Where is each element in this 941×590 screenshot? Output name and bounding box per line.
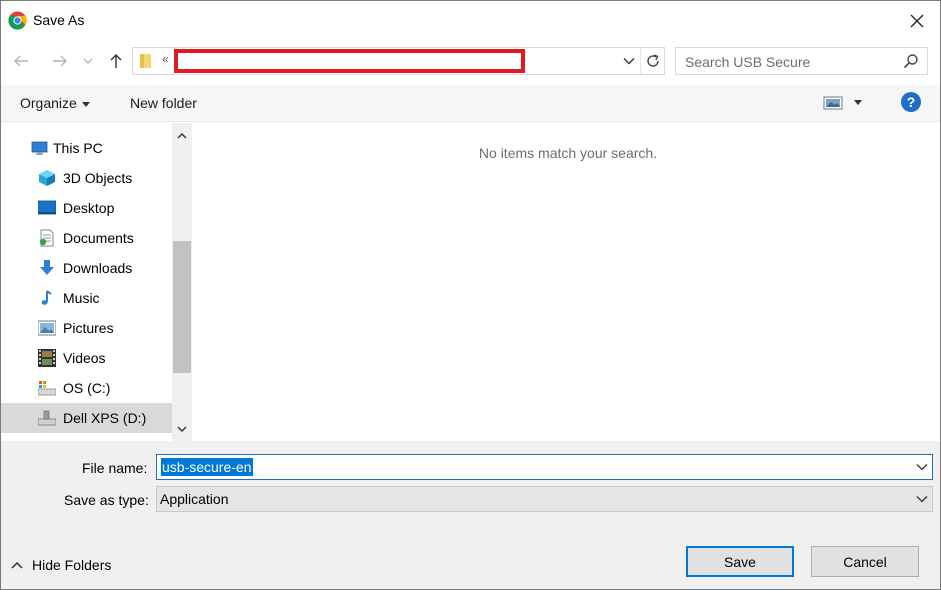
navigation-bar: « Search USB Secure: [1, 45, 940, 77]
tree-label: Music: [63, 290, 100, 306]
tree-item-3d-objects[interactable]: 3D Objects: [1, 163, 172, 193]
close-button[interactable]: [894, 1, 940, 41]
save-button[interactable]: Save: [686, 546, 794, 577]
organize-label: Organize: [20, 95, 77, 111]
computer-icon: [31, 141, 48, 155]
help-button[interactable]: ?: [901, 92, 921, 112]
folder-icon: [140, 54, 151, 68]
save-options-panel: File name: usb-secure-en Save as type: A…: [1, 441, 940, 589]
chrome-icon: [8, 11, 27, 30]
caret-down-icon: [81, 101, 90, 107]
music-note-icon: [41, 290, 52, 305]
scroll-thumb[interactable]: [173, 241, 191, 373]
tree-item-desktop[interactable]: Desktop: [1, 193, 172, 223]
save-as-type-label: Save as type:: [64, 492, 149, 508]
arrow-left-icon: [14, 55, 28, 67]
forward-button[interactable]: [49, 49, 71, 73]
tree-label: Videos: [63, 350, 106, 366]
close-icon: [910, 14, 924, 28]
tree-label: Dell XPS (D:): [63, 410, 147, 426]
chevron-up-icon: [177, 132, 187, 138]
cancel-button[interactable]: Cancel: [811, 546, 919, 577]
tree-item-os-c[interactable]: OS (C:): [1, 373, 172, 403]
refresh-icon: [646, 54, 659, 67]
drive-icon: [38, 381, 56, 396]
address-bar[interactable]: «: [132, 47, 665, 75]
cube-icon: [39, 170, 55, 186]
file-name-combobox[interactable]: usb-secure-en: [156, 454, 933, 480]
title-bar: Save As: [1, 1, 940, 41]
address-overflow-chevron[interactable]: «: [162, 52, 169, 66]
save-as-type-value: Application: [160, 491, 229, 507]
tree-item-pictures[interactable]: Pictures: [1, 313, 172, 343]
navigation-pane-scrollbar[interactable]: [172, 123, 192, 441]
tree-item-documents[interactable]: Documents: [1, 223, 172, 253]
chevron-down-icon: [177, 426, 187, 432]
file-name-label: File name:: [82, 460, 148, 476]
chevron-down-icon: [83, 58, 93, 64]
document-icon: [39, 229, 54, 247]
refresh-button[interactable]: [640, 48, 664, 74]
arrow-up-icon: [110, 54, 122, 68]
tree-label: Pictures: [63, 320, 114, 336]
address-dropdown-button[interactable]: [619, 51, 639, 71]
new-folder-button[interactable]: New folder: [130, 95, 197, 111]
tree-item-videos[interactable]: Videos: [1, 343, 172, 373]
hide-folders-toggle[interactable]: Hide Folders: [11, 557, 111, 573]
up-button[interactable]: [105, 49, 127, 73]
recent-locations-button[interactable]: [80, 49, 96, 73]
search-input[interactable]: Search USB Secure: [685, 54, 810, 70]
empty-message: No items match your search.: [478, 145, 658, 161]
save-as-type-select[interactable]: Application: [156, 486, 933, 512]
file-list[interactable]: No items match your search.: [192, 123, 940, 441]
tree-item-this-pc[interactable]: This PC: [1, 133, 172, 163]
search-icon[interactable]: [903, 53, 919, 69]
command-bar: Organize New folder ?: [1, 85, 940, 122]
download-arrow-icon: [40, 260, 54, 275]
tree-item-downloads[interactable]: Downloads: [1, 253, 172, 283]
tree-label: This PC: [53, 140, 103, 156]
usb-drive-icon: [38, 410, 56, 426]
window-title: Save As: [33, 12, 85, 28]
picture-icon: [38, 320, 56, 336]
search-box[interactable]: Search USB Secure: [675, 47, 928, 75]
chevron-down-icon: [623, 58, 635, 65]
desktop-icon: [38, 200, 56, 215]
save-as-dialog: Save As « Search USB Secure Organize New…: [0, 0, 941, 590]
hide-folders-label: Hide Folders: [32, 557, 112, 573]
chevron-up-icon: [11, 561, 23, 569]
tree-label: Downloads: [63, 260, 133, 276]
back-button[interactable]: [10, 49, 32, 73]
tree-item-music[interactable]: Music: [1, 283, 172, 313]
scroll-down-button[interactable]: [172, 419, 192, 439]
chevron-down-icon[interactable]: [916, 461, 928, 473]
organize-menu-button[interactable]: Organize: [20, 95, 90, 111]
redacted-path: [174, 49, 525, 73]
tree-label: Documents: [63, 230, 134, 246]
film-icon: [38, 349, 56, 367]
tree-item-dell-xps-d[interactable]: Dell XPS (D:): [1, 403, 172, 433]
tree-label: 3D Objects: [63, 170, 133, 186]
file-name-input[interactable]: usb-secure-en: [161, 458, 253, 476]
view-menu-caret-icon[interactable]: [854, 100, 862, 105]
scroll-up-button[interactable]: [172, 125, 192, 145]
tree-label: Desktop: [63, 200, 115, 216]
arrow-right-icon: [53, 55, 67, 67]
view-options-icon[interactable]: [823, 95, 843, 111]
tree-label: OS (C:): [63, 380, 111, 396]
chevron-down-icon: [916, 496, 928, 503]
navigation-pane: This PC 3D Objects Desktop Documents Dow…: [1, 123, 192, 441]
